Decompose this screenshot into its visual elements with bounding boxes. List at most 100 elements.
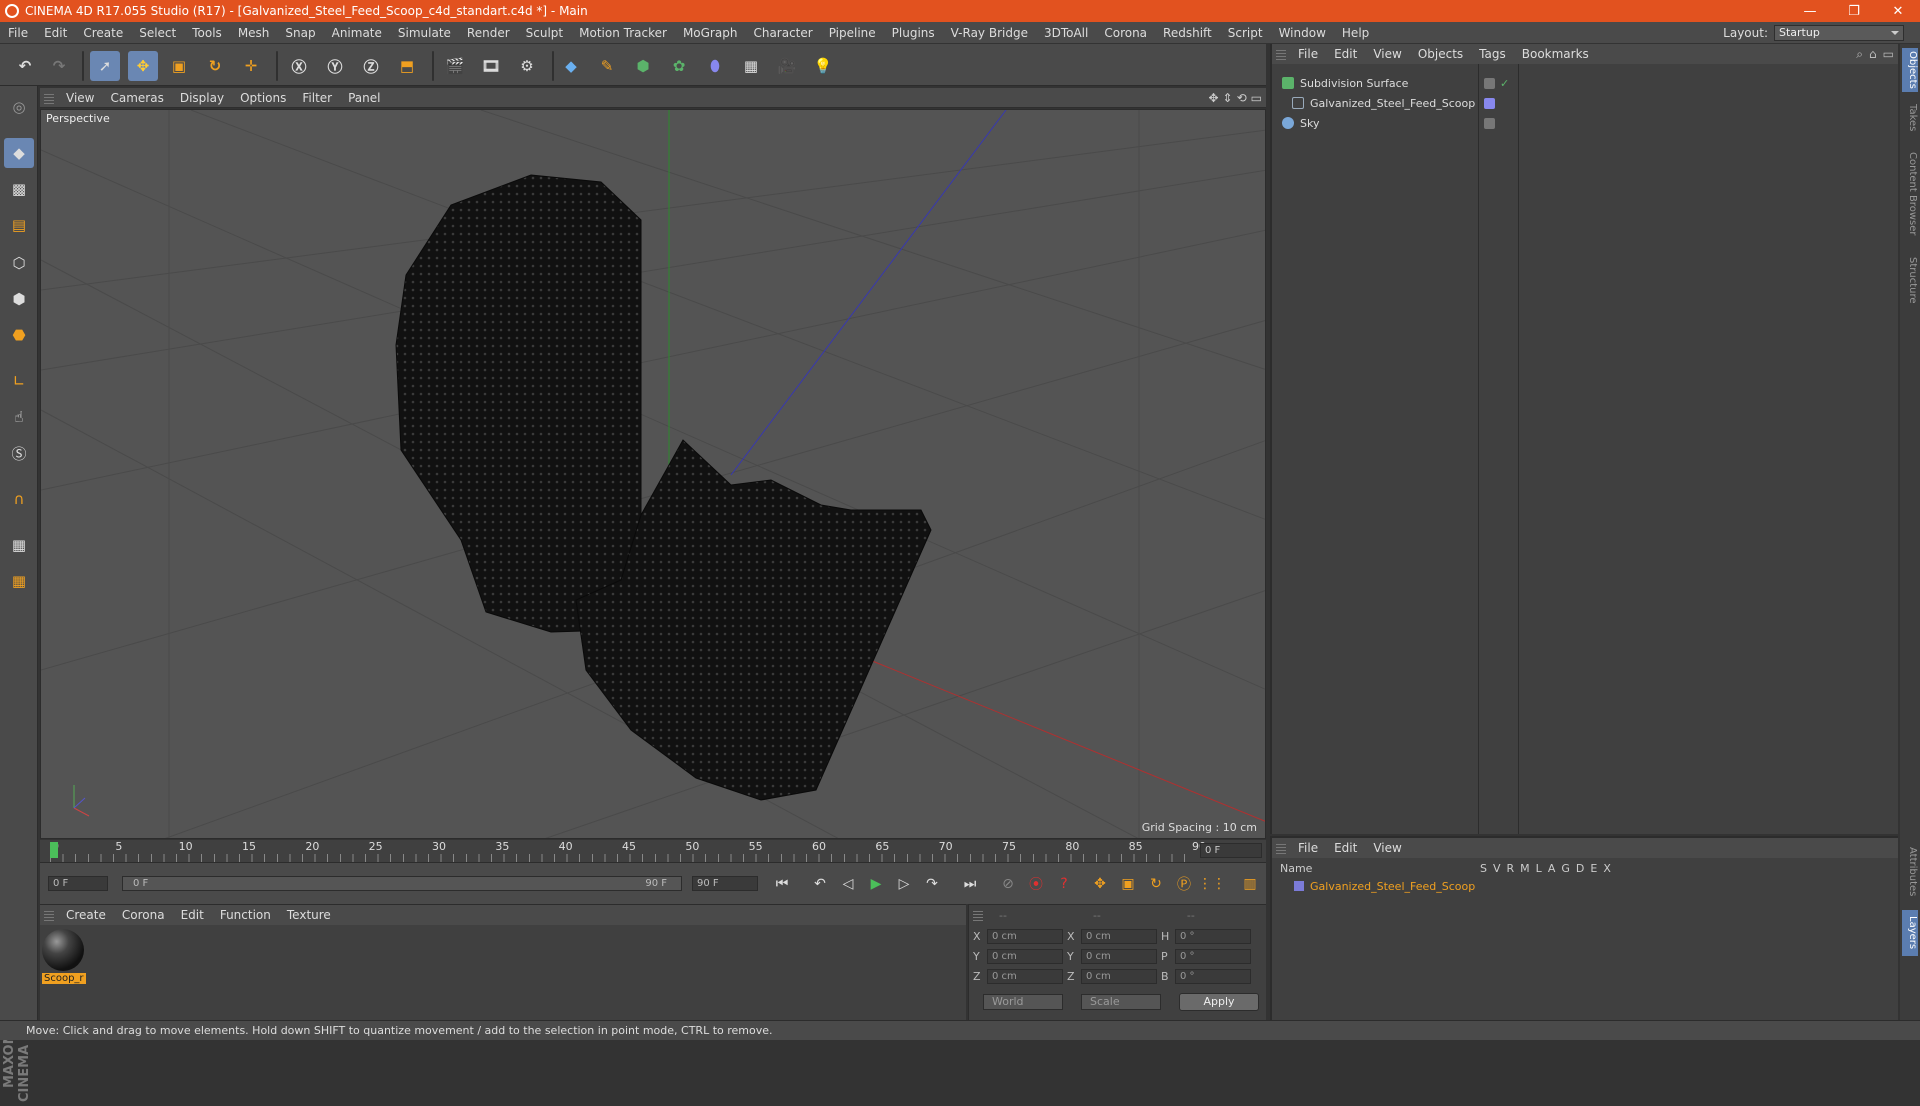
play-icon[interactable]: ▶ bbox=[864, 872, 888, 896]
menu-simulate[interactable]: Simulate bbox=[390, 26, 459, 40]
tab-content-browser[interactable]: Content Browser bbox=[1902, 144, 1918, 244]
x-axis-lock-icon[interactable]: Ⓧ bbox=[284, 51, 314, 81]
tab-attributes[interactable]: Attributes bbox=[1902, 840, 1918, 904]
magnet-icon[interactable]: ∩ bbox=[4, 484, 34, 514]
layout-select[interactable]: Startup bbox=[1774, 25, 1904, 41]
start-frame-field[interactable]: 0 F bbox=[48, 876, 108, 891]
position-z-field[interactable]: 0 cm bbox=[987, 969, 1063, 984]
material-menu-corona[interactable]: Corona bbox=[114, 908, 173, 922]
col-view[interactable]: V bbox=[1493, 862, 1501, 875]
transform-tool-icon[interactable]: ✛ bbox=[236, 51, 266, 81]
menu-mesh[interactable]: Mesh bbox=[230, 26, 278, 40]
col-render[interactable]: R bbox=[1507, 862, 1515, 875]
next-frame-icon[interactable]: ▷ bbox=[892, 872, 916, 896]
menu-script[interactable]: Script bbox=[1220, 26, 1271, 40]
viewport-menu-filter[interactable]: Filter bbox=[294, 91, 340, 105]
key-point-level-icon[interactable]: ⋮⋮ bbox=[1198, 872, 1226, 896]
window-options-icon[interactable]: ▭ bbox=[1883, 47, 1894, 62]
tweak-mode-icon[interactable]: ☝ bbox=[4, 402, 34, 432]
cube-primitive-icon[interactable]: ◆ bbox=[556, 51, 586, 81]
preview-range-slider[interactable]: 0 F 90 F bbox=[122, 876, 682, 891]
pan-view-icon[interactable]: ✥ bbox=[1208, 91, 1218, 105]
size-y-field[interactable]: 0 cm bbox=[1081, 949, 1157, 964]
size-mode-select[interactable]: Scale bbox=[1081, 994, 1161, 1010]
maximize-button[interactable]: ❐ bbox=[1832, 0, 1876, 22]
col-xrefs[interactable]: X bbox=[1603, 862, 1611, 875]
tab-layers[interactable]: Layers bbox=[1902, 910, 1918, 956]
tab-objects[interactable]: Objects bbox=[1902, 48, 1918, 92]
objects-menu-file[interactable]: File bbox=[1290, 47, 1326, 61]
timeline-window-icon[interactable]: ▥ bbox=[1238, 872, 1262, 896]
key-position-icon[interactable]: ✥ bbox=[1088, 872, 1112, 896]
render-view-icon[interactable]: 🎬 bbox=[440, 51, 470, 81]
minimize-button[interactable]: — bbox=[1788, 0, 1832, 22]
layer-color-icon[interactable] bbox=[1294, 881, 1304, 891]
viewport-menu-cameras[interactable]: Cameras bbox=[102, 91, 171, 105]
col-expressions[interactable]: E bbox=[1590, 862, 1597, 875]
undo-icon[interactable]: ↶ bbox=[10, 51, 40, 81]
panel-grip-icon[interactable] bbox=[973, 909, 983, 921]
object-row-feed-scoop[interactable]: Galvanized_Steel_Feed_Scoop bbox=[1280, 94, 1880, 112]
go-to-end-icon[interactable]: ⏭ bbox=[958, 872, 982, 896]
move-tool-icon[interactable]: ✥ bbox=[128, 51, 158, 81]
snap-icon[interactable]: Ⓢ bbox=[4, 438, 34, 468]
menu-file[interactable]: File bbox=[0, 26, 36, 40]
col-animation[interactable]: A bbox=[1548, 862, 1556, 875]
previous-key-icon[interactable]: ↶ bbox=[808, 872, 832, 896]
objects-menu-bookmarks[interactable]: Bookmarks bbox=[1514, 47, 1597, 61]
pen-spline-icon[interactable]: ✎ bbox=[592, 51, 622, 81]
object-row-subdivision-surface[interactable]: Subdivision Surface bbox=[1280, 74, 1880, 92]
apply-button[interactable]: Apply bbox=[1179, 993, 1259, 1011]
timeline-ruler[interactable]: 051015202530354045505560657075808590 0 F bbox=[40, 840, 1266, 862]
menu-tools[interactable]: Tools bbox=[184, 26, 230, 40]
material-menu-function[interactable]: Function bbox=[212, 908, 279, 922]
menu-mograph[interactable]: MoGraph bbox=[675, 26, 746, 40]
key-scale-icon[interactable]: ▣ bbox=[1116, 872, 1140, 896]
col-manager[interactable]: M bbox=[1520, 862, 1530, 875]
redo-icon[interactable]: ↷ bbox=[44, 51, 74, 81]
menu-animate[interactable]: Animate bbox=[324, 26, 390, 40]
material-menu-texture[interactable]: Texture bbox=[279, 908, 339, 922]
previous-frame-icon[interactable]: ◁ bbox=[836, 872, 860, 896]
menu-window[interactable]: Window bbox=[1271, 26, 1334, 40]
layer-tag-icon[interactable] bbox=[1484, 118, 1495, 129]
col-deformers[interactable]: D bbox=[1576, 862, 1584, 875]
camera-icon[interactable]: 🎥 bbox=[772, 51, 802, 81]
layers-menu-file[interactable]: File bbox=[1290, 841, 1326, 855]
layer-color-icon[interactable] bbox=[1484, 98, 1495, 109]
position-x-field[interactable]: 0 cm bbox=[987, 929, 1063, 944]
menu-select[interactable]: Select bbox=[131, 26, 184, 40]
workplane-icon[interactable]: ▤ bbox=[4, 210, 34, 240]
search-icon[interactable]: ⌕ bbox=[1856, 47, 1863, 62]
record-keys-icon[interactable]: ⊘ bbox=[996, 872, 1020, 896]
menu-edit[interactable]: Edit bbox=[36, 26, 75, 40]
axis-mode-icon[interactable]: ∟ bbox=[4, 366, 34, 396]
current-frame-marker[interactable] bbox=[50, 842, 58, 858]
material-menu-edit[interactable]: Edit bbox=[173, 908, 212, 922]
rotate-tool-icon[interactable]: ↻ bbox=[200, 51, 230, 81]
material-menu-create[interactable]: Create bbox=[58, 908, 114, 922]
layer-row[interactable]: Galvanized_Steel_Feed_Scoop bbox=[1280, 878, 1890, 894]
light-icon[interactable]: 💡 bbox=[808, 51, 838, 81]
material-swatch[interactable]: Scoop_r bbox=[42, 929, 86, 989]
scale-tool-icon[interactable]: ▣ bbox=[164, 51, 194, 81]
layer-tag-icon[interactable] bbox=[1484, 78, 1495, 89]
workplane-lock-icon[interactable]: ▦ bbox=[4, 530, 34, 560]
size-x-field[interactable]: 0 cm bbox=[1081, 929, 1157, 944]
live-selection-icon[interactable]: ➚ bbox=[90, 51, 120, 81]
tab-takes[interactable]: Takes bbox=[1902, 100, 1918, 136]
y-axis-lock-icon[interactable]: Ⓨ bbox=[320, 51, 350, 81]
objects-menu-tags[interactable]: Tags bbox=[1471, 47, 1514, 61]
dolly-view-icon[interactable]: ⇕ bbox=[1223, 91, 1233, 105]
viewport-menu-view[interactable]: View bbox=[58, 91, 102, 105]
panel-grip-icon[interactable] bbox=[1276, 842, 1286, 854]
rotation-b-field[interactable]: 0 ° bbox=[1175, 969, 1251, 984]
object-row-sky[interactable]: Sky bbox=[1280, 114, 1880, 132]
menu-motion-tracker[interactable]: Motion Tracker bbox=[571, 26, 675, 40]
key-parameter-icon[interactable]: Ⓟ bbox=[1172, 872, 1196, 896]
layers-menu-view[interactable]: View bbox=[1365, 841, 1409, 855]
go-to-start-icon[interactable]: ⏮ bbox=[770, 872, 794, 896]
menu-character[interactable]: Character bbox=[745, 26, 820, 40]
menu-render[interactable]: Render bbox=[459, 26, 518, 40]
home-icon[interactable]: ⌂ bbox=[1869, 47, 1877, 62]
